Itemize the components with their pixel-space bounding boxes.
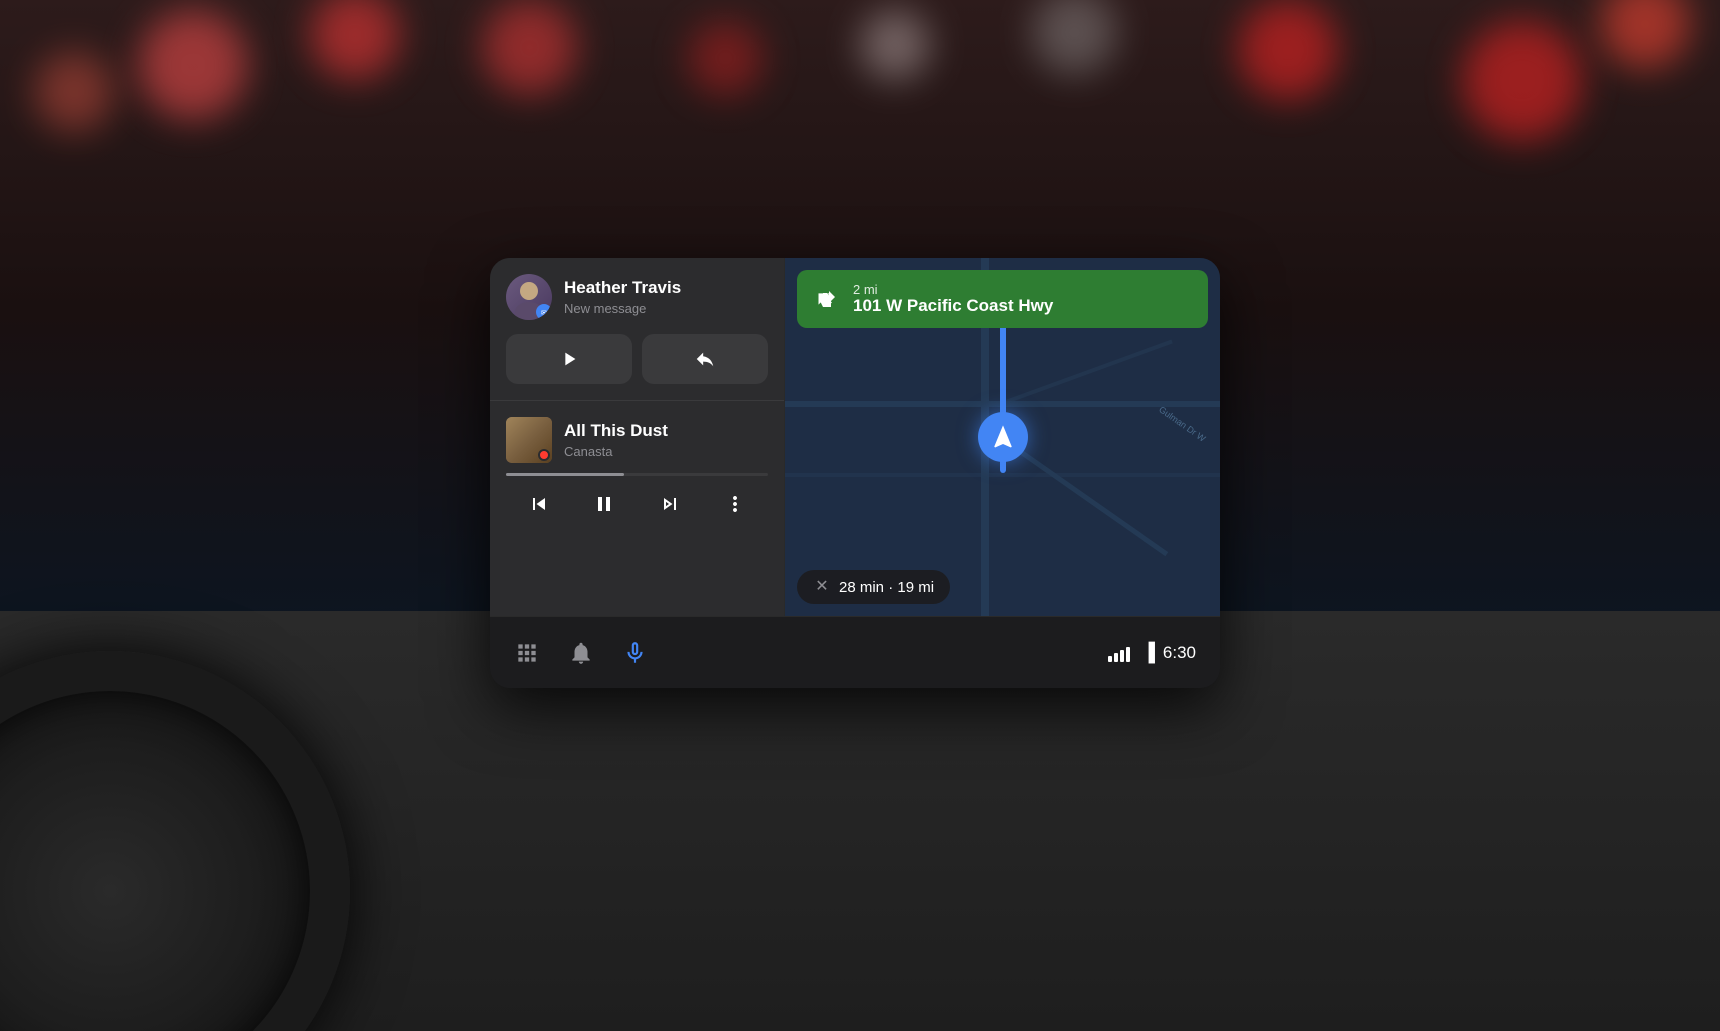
avatar: ✉: [506, 274, 552, 320]
pause-icon: [592, 492, 616, 516]
artist-name: Canasta: [564, 444, 768, 459]
reply-icon: [694, 348, 716, 370]
signal-icon: [1108, 644, 1130, 662]
message-info: Heather Travis New message: [564, 278, 768, 315]
navigation-panel[interactable]: Gulman Dr W 2 mi 101 W Pacific Coast Hwy: [785, 258, 1220, 616]
location-pin: [978, 412, 1028, 462]
steering-wheel-area: [0, 331, 420, 1031]
turn-arrow-icon: [813, 285, 841, 313]
nav-distance: 2 mi: [853, 282, 1053, 297]
location-circle: [978, 412, 1028, 462]
bottom-bar: ▐ 6:30: [490, 616, 1220, 688]
close-navigation-button[interactable]: ✕: [813, 578, 831, 596]
message-subtitle: New message: [564, 301, 768, 316]
eta-text: 28 min · 19 mi: [839, 579, 934, 596]
progress-bar[interactable]: [506, 473, 768, 476]
battery-icon: ▐: [1142, 642, 1155, 663]
status-indicators: ▐ 6:30: [1108, 642, 1196, 663]
message-card[interactable]: ✉ Heather Travis New message: [490, 258, 784, 401]
bell-icon: [568, 640, 594, 666]
album-art: [506, 417, 552, 463]
nav-street: 101 W Pacific Coast Hwy: [853, 297, 1053, 316]
music-red-dot: [538, 449, 550, 461]
pause-button[interactable]: [588, 488, 620, 520]
play-icon: [558, 348, 580, 370]
skip-next-button[interactable]: [654, 488, 686, 520]
contact-name: Heather Travis: [564, 278, 768, 298]
message-badge: ✉: [536, 304, 552, 320]
progress-fill: [506, 473, 624, 476]
more-options-icon: [723, 492, 747, 516]
message-actions: [506, 334, 768, 384]
music-controls: [506, 488, 768, 520]
bottom-left-icons: [514, 640, 648, 666]
android-auto-screen: ✉ Heather Travis New message: [490, 258, 1220, 688]
navigation-header[interactable]: 2 mi 101 W Pacific Coast Hwy: [797, 270, 1208, 328]
eta-badge: ✕ 28 min · 19 mi: [797, 570, 950, 604]
song-title: All This Dust: [564, 421, 768, 441]
microphone-icon: [622, 640, 648, 666]
skip-next-icon: [658, 492, 682, 516]
play-button[interactable]: [506, 334, 632, 384]
time-display: 6:30: [1163, 643, 1196, 663]
music-card[interactable]: All This Dust Canasta: [490, 401, 784, 616]
notifications-button[interactable]: [568, 640, 594, 666]
svg-text:✉: ✉: [541, 310, 547, 317]
music-info: All This Dust Canasta: [564, 421, 768, 458]
apps-button[interactable]: [514, 640, 540, 666]
skip-previous-icon: [527, 492, 551, 516]
left-panel: ✉ Heather Travis New message: [490, 258, 785, 616]
reply-button[interactable]: [642, 334, 768, 384]
skip-previous-button[interactable]: [523, 488, 555, 520]
more-options-button[interactable]: [719, 488, 751, 520]
microphone-button[interactable]: [622, 640, 648, 666]
steering-wheel: [0, 651, 350, 1031]
apps-grid-icon: [514, 640, 540, 666]
navigation-arrow-icon: [989, 423, 1017, 451]
nav-info: 2 mi 101 W Pacific Coast Hwy: [853, 282, 1053, 316]
